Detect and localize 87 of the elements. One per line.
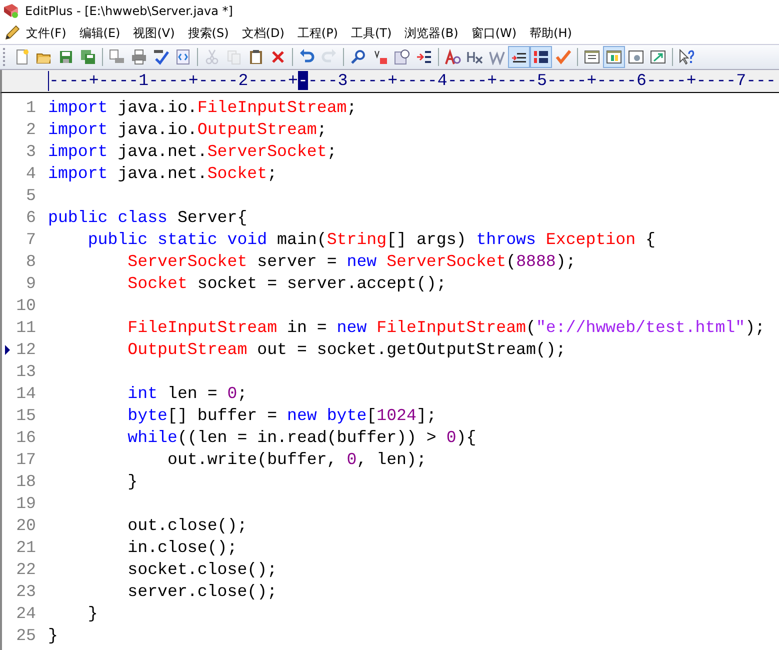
line-number: 2: [26, 120, 36, 138]
menu-item[interactable]: 工具(T): [351, 24, 399, 42]
ruler-marks: ---3----+----4----+----5----+----6----+----7---: [308, 71, 776, 90]
checkmark-icon: [555, 49, 571, 65]
letter-w-icon: [489, 49, 505, 65]
menu-item[interactable]: 视图(V): [133, 24, 182, 42]
line-number: 18: [16, 472, 36, 490]
code-line: in.close();: [126, 538, 238, 556]
toolbar-button[interactable]: [530, 46, 552, 68]
font-icon: [445, 49, 461, 65]
line-number: 4: [26, 164, 36, 182]
ruler-cursor: -: [298, 71, 308, 90]
code-line: }: [48, 626, 58, 644]
redo-icon: [321, 49, 337, 65]
code-line: FileInputStream in = new FileInputStream("e://hwweb/test.html");: [126, 318, 766, 336]
line-number: 12: [16, 340, 36, 358]
line-number: 10: [16, 296, 36, 314]
code-line: import java.net.ServerSocket;: [48, 142, 337, 160]
line-number: 23: [16, 582, 36, 600]
line-number: 16: [16, 428, 36, 446]
line-number: 21: [16, 538, 36, 556]
line-number: 22: [16, 560, 36, 578]
code-line: socket.close();: [126, 560, 278, 578]
code-line: }: [86, 604, 98, 622]
line-number: 25: [16, 626, 36, 644]
copy-icon: [226, 49, 242, 65]
line-number: 15: [16, 406, 36, 424]
code-line: import java.io.FileInputStream;: [48, 98, 357, 116]
indent-list-icon: [416, 49, 432, 65]
code-line: out.write(buffer, 0, len);: [166, 450, 426, 468]
line-number: 3: [26, 142, 36, 160]
window-panel-icon: [606, 49, 622, 65]
line-number: 24: [16, 604, 36, 622]
app-icon: [3, 3, 19, 19]
code-line: ServerSocket server = new ServerSocket(8888);: [126, 252, 576, 270]
page-preview-icon: [109, 49, 125, 65]
code-line: server.close();: [126, 582, 278, 600]
line-number: 14: [16, 384, 36, 402]
menu-item[interactable]: 窗口(W): [471, 24, 524, 42]
code-line: OutputStream out = socket.getOutputStream();: [126, 340, 566, 358]
code-line: out.close();: [126, 516, 248, 534]
toolbar-button[interactable]: [603, 46, 625, 68]
floppy-disks-icon: [80, 49, 96, 65]
line-number: 9: [26, 274, 36, 292]
code-line: import java.net.Socket;: [48, 164, 278, 182]
line-number: 6: [26, 208, 36, 226]
line-number: 20: [16, 516, 36, 534]
menu-item[interactable]: 工程(P): [297, 24, 345, 42]
code-line: import java.io.OutputStream;: [48, 120, 327, 138]
clipboard-icon: [248, 49, 264, 65]
new-file-icon: [14, 49, 30, 65]
code-line: public static void main(String[] args) throws Exception {: [86, 230, 656, 248]
toolbar-button[interactable]: [508, 46, 530, 68]
window-list-icon: [584, 49, 600, 65]
line-number: 11: [16, 318, 36, 336]
heading-icon: [467, 49, 483, 65]
window-title: EditPlus - [E:\hwweb\Server.java *]: [25, 4, 233, 18]
help-cursor-icon: [679, 49, 695, 65]
printer-icon: [131, 49, 147, 65]
code-line: }: [126, 472, 138, 490]
line-number: 17: [16, 450, 36, 468]
delete-icon: [270, 49, 286, 65]
menu-item[interactable]: 浏览器(B): [404, 24, 466, 42]
undo-icon: [299, 49, 315, 65]
line-number: 5: [26, 186, 36, 204]
code-line: Socket socket = server.accept();: [126, 274, 446, 292]
code-page-icon: [175, 49, 191, 65]
spell-check-icon: [153, 49, 169, 65]
line-number: 8: [26, 252, 36, 270]
line-number: 1: [26, 98, 36, 116]
scissors-icon: [204, 49, 220, 65]
line-number: 7: [26, 230, 36, 248]
line-numbers-icon: [533, 49, 549, 65]
line-number: 13: [16, 362, 36, 380]
ruler-marks: ----+----1----+----2----+: [49, 71, 298, 90]
menu-item[interactable]: 编辑(E): [79, 24, 128, 42]
menu-item[interactable]: 搜索(S): [188, 24, 236, 42]
line-number: 19: [16, 494, 36, 512]
pencil-icon: [4, 25, 20, 41]
menu-item[interactable]: 文档(D): [242, 24, 292, 42]
menu-item[interactable]: 文件(F): [26, 24, 74, 42]
code-line: byte[] buffer = new byte[1024];: [126, 406, 436, 424]
code-line: while((len = in.read(buffer)) > 0){: [126, 428, 476, 446]
code-line: public class Server{: [48, 208, 248, 226]
menu-item[interactable]: 帮助(H): [530, 24, 579, 42]
code-line: int len = 0;: [126, 384, 248, 402]
search-icon: [350, 49, 366, 65]
